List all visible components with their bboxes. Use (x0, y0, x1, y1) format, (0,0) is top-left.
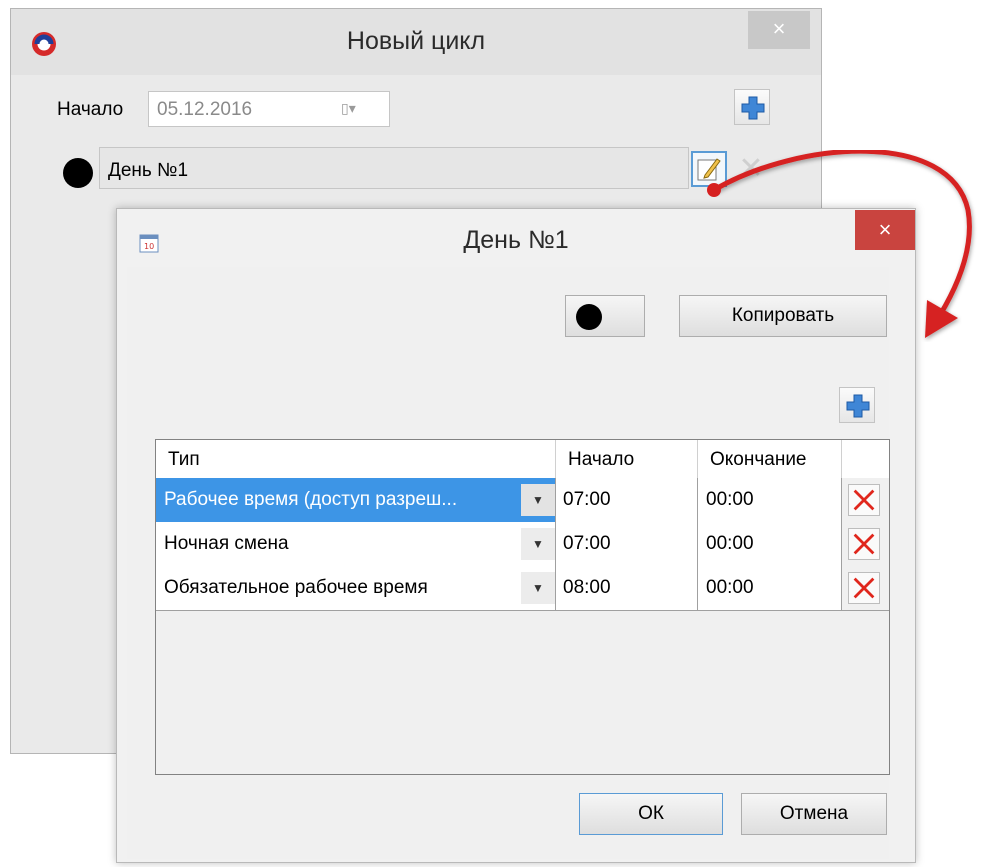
table-row[interactable]: Рабочее время (доступ разреш... ▼ 07:00 … (156, 478, 889, 523)
close-button[interactable]: × (855, 210, 915, 250)
start-cell[interactable]: 08:00 (556, 566, 698, 610)
window-title: День №1 (463, 226, 569, 254)
end-cell[interactable]: 00:00 (698, 566, 842, 610)
end-cell[interactable]: 00:00 (698, 522, 842, 566)
delete-row-button[interactable] (842, 478, 889, 522)
end-cell[interactable]: 00:00 (698, 478, 842, 522)
day-color-dot (63, 158, 93, 188)
type-cell[interactable]: Ночная смена ▼ (156, 522, 556, 566)
column-header-start[interactable]: Начало (556, 440, 698, 478)
color-dot-icon (576, 304, 602, 330)
type-value: Обязательное рабочее время (164, 577, 428, 598)
type-cell[interactable]: Обязательное рабочее время ▼ (156, 566, 556, 610)
ok-button-label: ОК (638, 803, 664, 824)
table-header: Тип Начало Окончание (156, 440, 889, 479)
column-header-end[interactable]: Окончание (698, 440, 842, 478)
window-title: Новый цикл (346, 27, 486, 55)
color-picker-button[interactable] (565, 295, 645, 337)
day-name: День №1 (108, 160, 189, 181)
delete-icon (848, 484, 880, 516)
start-cell[interactable]: 07:00 (556, 522, 698, 566)
day-item[interactable]: День №1 (99, 147, 689, 189)
dropdown-arrow-icon[interactable]: ▼ (521, 572, 555, 604)
add-interval-button[interactable] (839, 387, 875, 423)
plus-icon (846, 394, 870, 418)
day-window: 10 День №1 × Копировать Тип Начало Оконч… (116, 208, 916, 863)
start-date-value: 05.12.2016 (157, 99, 253, 120)
window-body: Копировать Тип Начало Окончание Рабочее … (127, 267, 890, 859)
type-value: Ночная смена (164, 533, 289, 554)
calendar-dropdown-icon[interactable]: ▯▾ (341, 100, 377, 120)
start-label: Начало (57, 99, 124, 120)
start-date-picker[interactable]: 05.12.2016 ▯▾ (148, 91, 390, 127)
intervals-table: Тип Начало Окончание Рабочее время (дост… (155, 439, 890, 775)
add-day-button[interactable] (734, 89, 770, 125)
ok-button[interactable]: ОК (579, 793, 723, 835)
close-button[interactable]: × (748, 11, 810, 49)
cancel-button-label: Отмена (779, 803, 849, 824)
delete-row-button[interactable] (842, 566, 889, 610)
type-cell[interactable]: Рабочее время (доступ разреш... ▼ (156, 478, 556, 522)
type-value: Рабочее время (доступ разреш... (164, 489, 458, 510)
copy-button-label: Копировать (731, 305, 835, 326)
table-row[interactable]: Обязательное рабочее время ▼ 08:00 00:00 (156, 566, 889, 611)
delete-row-button[interactable] (842, 522, 889, 566)
plus-icon (741, 96, 765, 120)
start-cell[interactable]: 07:00 (556, 478, 698, 522)
dropdown-arrow-icon[interactable]: ▼ (521, 528, 555, 560)
delete-icon (848, 528, 880, 560)
dropdown-arrow-icon[interactable]: ▼ (521, 484, 555, 516)
title-bar: Новый цикл × (11, 9, 821, 75)
cancel-button[interactable]: Отмена (741, 793, 887, 835)
delete-icon (848, 572, 880, 604)
table-row[interactable]: Ночная смена ▼ 07:00 00:00 (156, 522, 889, 567)
copy-button[interactable]: Копировать (679, 295, 887, 337)
column-header-type[interactable]: Тип (156, 440, 556, 478)
